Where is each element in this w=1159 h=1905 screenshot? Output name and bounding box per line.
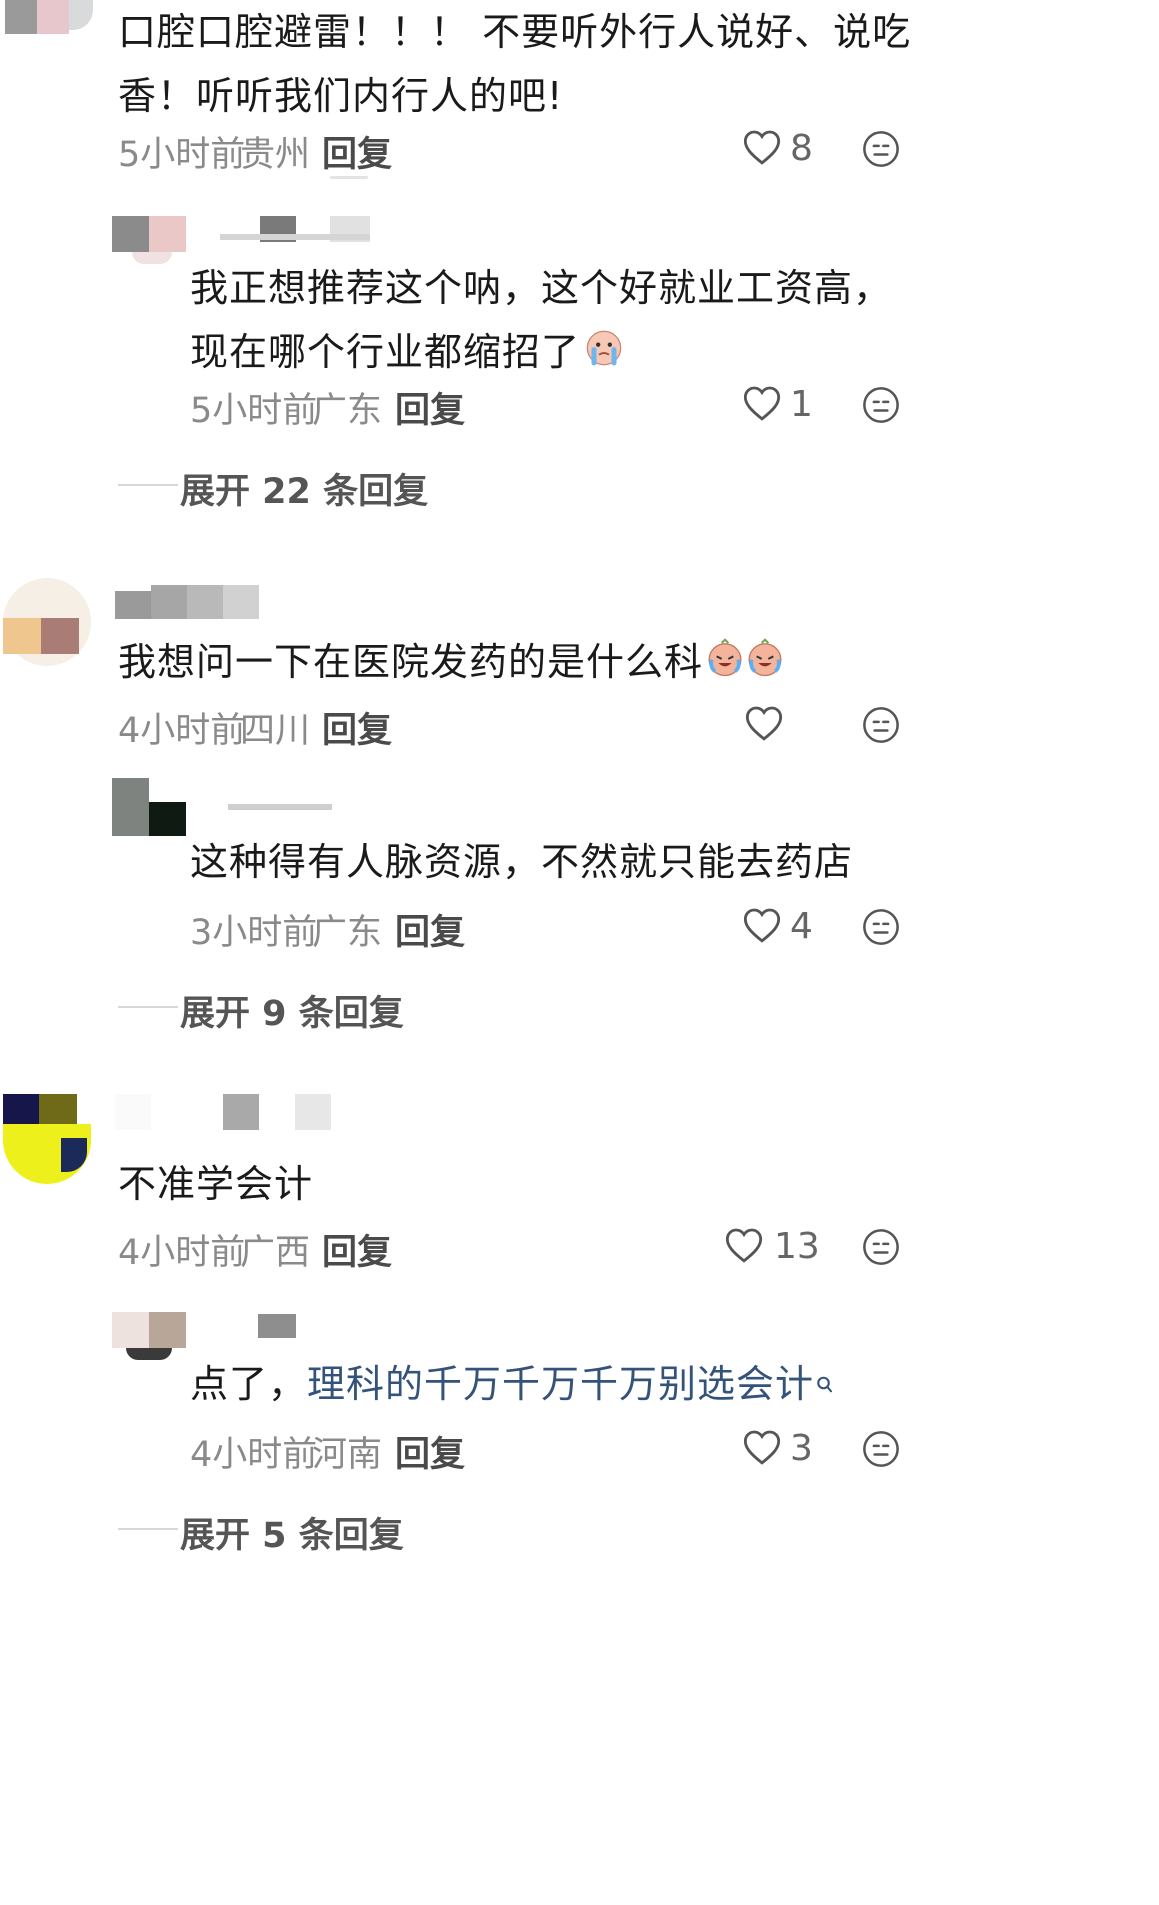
reply-button[interactable]: 回复 [322, 1224, 392, 1275]
reply-username-blur [228, 800, 332, 816]
like-count: 3 [790, 1428, 813, 1469]
comment-time: 4小时前 [118, 711, 246, 751]
reply-location: 河南 [312, 1435, 383, 1475]
like-count: 4 [790, 906, 813, 947]
comment-location: 广西 [240, 1233, 311, 1273]
emoji-button[interactable] [862, 706, 900, 744]
reply-username-blur [220, 216, 370, 244]
heart-outline-icon [725, 1228, 763, 1263]
like-button[interactable] [742, 384, 782, 422]
comment-text: 口腔口腔避雷！！！ 不要听外行人说好、说吃香！听听我们内行人的吧! [118, 10, 912, 118]
comment-time: 5小时前 [118, 135, 246, 175]
expand-divider [118, 1528, 178, 1530]
reply-text: 我正想推荐这个呐，这个好就业工资高，现在哪个行业都缩招了 [190, 256, 930, 387]
like-button[interactable] [742, 1428, 782, 1466]
reply-button[interactable]: 回复 [322, 702, 392, 753]
reply-time: 4小时前 [190, 1435, 318, 1475]
avatar[interactable] [5, 0, 93, 34]
reply-time: 5小时前 [190, 391, 318, 431]
neutral-face-icon [863, 1431, 899, 1467]
expand-divider [118, 484, 178, 486]
emoji-button[interactable] [862, 130, 900, 168]
avatar[interactable] [3, 1094, 91, 1186]
heart-outline-icon [745, 706, 783, 741]
reply-button[interactable]: 回复 [395, 904, 465, 955]
reply-username-blur [258, 1314, 298, 1340]
reply-avatar[interactable] [112, 778, 186, 838]
neutral-face-icon [863, 909, 899, 945]
reply-avatar[interactable] [112, 1312, 186, 1362]
expand-divider [118, 1006, 178, 1008]
username-blur [115, 1094, 335, 1132]
heart-outline-icon [743, 130, 781, 165]
reply-button[interactable]: 回复 [395, 382, 465, 433]
heart-outline-icon [743, 908, 781, 943]
emoji-button[interactable] [862, 908, 900, 946]
comment-text: 不准学会计 [118, 1162, 314, 1206]
like-button[interactable] [724, 1226, 764, 1264]
avatar[interactable] [3, 578, 91, 666]
heart-outline-icon [743, 1430, 781, 1465]
reply-button[interactable]: 回复 [395, 1426, 465, 1477]
like-count: 8 [790, 128, 813, 169]
neutral-face-icon [863, 1229, 899, 1265]
reply-underline [330, 176, 368, 179]
laughing-crying-face-icon [705, 633, 785, 697]
neutral-face-icon [863, 131, 899, 167]
comment-location: 四川 [240, 711, 311, 751]
crying-face-icon [584, 323, 624, 387]
reply-time: 3小时前 [190, 913, 318, 953]
like-button[interactable] [744, 704, 784, 742]
emoji-button[interactable] [862, 1430, 900, 1468]
search-icon[interactable] [816, 1352, 834, 1416]
like-button[interactable] [742, 128, 782, 166]
reply-location: 广东 [312, 391, 383, 431]
like-count: 13 [774, 1226, 820, 1267]
username-blur [115, 585, 325, 619]
emoji-button[interactable] [862, 386, 900, 424]
reply-button[interactable]: 回复 [322, 126, 392, 177]
like-button[interactable] [742, 906, 782, 944]
expand-replies-button[interactable]: 展开 9 条回复 [180, 985, 404, 1036]
like-count: 1 [790, 384, 813, 425]
expand-replies-button[interactable]: 展开 5 条回复 [180, 1507, 404, 1558]
neutral-face-icon [863, 387, 899, 423]
comment-location: 贵州 [240, 135, 311, 175]
reply-location: 广东 [312, 913, 383, 953]
neutral-face-icon [863, 707, 899, 743]
emoji-button[interactable] [862, 1228, 900, 1266]
heart-outline-icon [743, 386, 781, 421]
search-keyword-link[interactable]: 理科的千万千万千万别选会计 [307, 1362, 814, 1406]
expand-replies-button[interactable]: 展开 22 条回复 [180, 463, 428, 514]
reply-text: 这种得有人脉资源，不然就只能去药店 [190, 840, 854, 884]
reply-avatar[interactable] [112, 216, 186, 266]
comment-time: 4小时前 [118, 1233, 246, 1273]
reply-text: 点了，理科的千万千万千万别选会计 [190, 1352, 950, 1416]
comment-text: 我想问一下在医院发药的是什么科 [118, 630, 918, 697]
